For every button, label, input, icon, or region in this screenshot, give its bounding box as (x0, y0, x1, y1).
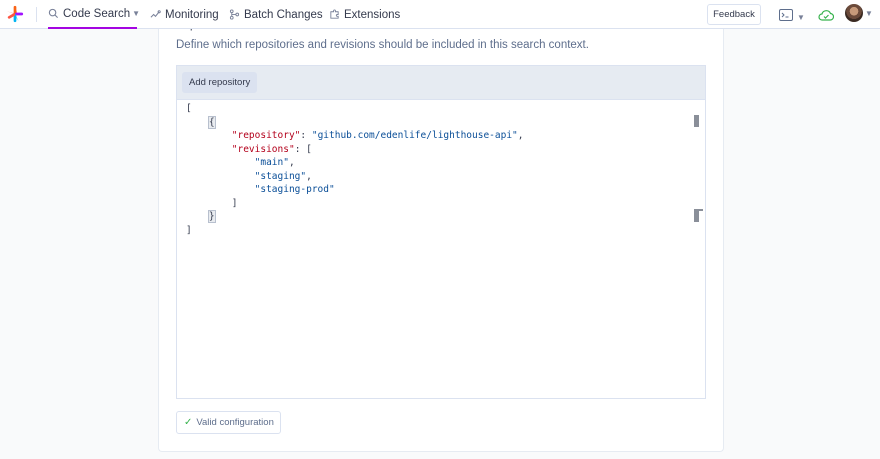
json-key: "repository" (231, 130, 301, 141)
top-navbar: Code Search ▼ Monitoring Batch Changes E… (0, 0, 880, 29)
add-repository-button[interactable]: Add repository (182, 72, 258, 93)
code-line: "revisions": [ (186, 143, 312, 157)
code-line: "staging", (186, 170, 312, 184)
code-line: ] (186, 224, 192, 238)
sourcegraph-logo[interactable] (6, 5, 24, 23)
status-button[interactable] (818, 8, 835, 26)
json-punctuation: ] (186, 224, 192, 236)
json-string: "main" (254, 157, 289, 168)
json-punctuation: ] (231, 197, 238, 209)
json-punctuation: , (306, 170, 312, 182)
json-punctuation: : [ (294, 143, 312, 155)
user-menu-button[interactable]: ▼ (845, 4, 873, 22)
chevron-down-icon: ▼ (132, 9, 141, 18)
command-palette-button[interactable]: ▼ (779, 8, 805, 26)
scrollbar-marker (694, 115, 699, 127)
feedback-button[interactable]: Feedback (707, 4, 761, 25)
json-string: "staging-prod" (254, 184, 335, 195)
code-line: "staging-prod" (186, 183, 335, 197)
nav-item-monitoring[interactable]: Monitoring (150, 0, 219, 29)
json-punctuation: : (300, 130, 312, 141)
search-icon (48, 8, 59, 19)
puzzle-icon (329, 9, 340, 20)
nav-item-code-search[interactable]: Code Search ▼ (48, 0, 141, 29)
valid-configuration-button[interactable]: ✓ Valid configuration (176, 411, 281, 434)
section-description: Define which repositories and revisions … (176, 39, 589, 51)
repositories-config-editor[interactable]: Add repository [ { "repository": "github… (176, 65, 706, 399)
matched-bracket: { (207, 115, 216, 129)
chevron-down-icon: ▼ (865, 8, 873, 18)
nav-divider (36, 7, 37, 22)
nav-item-label: Code Search (63, 7, 131, 20)
code-line: "main", (186, 156, 295, 170)
code-line: ] (186, 197, 238, 211)
json-key: "revisions" (231, 143, 295, 155)
nav-item-extensions[interactable]: Extensions (329, 0, 400, 29)
nav-item-label: Extensions (344, 8, 401, 21)
json-punctuation: [ (186, 103, 192, 114)
code-line: [ (186, 102, 192, 116)
nav-item-batch-changes[interactable]: Batch Changes (229, 0, 323, 29)
avatar (845, 4, 863, 22)
code-line: } (186, 210, 216, 224)
monitoring-icon (150, 9, 161, 20)
code-line: { (186, 115, 216, 130)
json-punctuation: , (288, 157, 295, 168)
json-punctuation: , (517, 130, 524, 141)
check-icon: ✓ (184, 417, 193, 428)
scrollbar-marker (694, 209, 703, 222)
nav-item-label: Batch Changes (244, 8, 323, 21)
cloud-check-icon (818, 8, 835, 25)
batch-changes-icon (229, 9, 240, 20)
nav-item-label: Monitoring (165, 8, 219, 21)
json-string: "github.com/edenlife/lighthouse-api" (311, 130, 518, 141)
terminal-icon (779, 8, 793, 26)
matched-bracket: } (207, 210, 216, 223)
valid-configuration-label: Valid configuration (196, 417, 274, 428)
json-string: "staging" (254, 170, 307, 182)
editor-toolbar: Add repository (177, 66, 705, 100)
chevron-down-icon: ▼ (797, 12, 805, 22)
code-line: "repository": "github.com/edenlife/light… (186, 129, 524, 143)
